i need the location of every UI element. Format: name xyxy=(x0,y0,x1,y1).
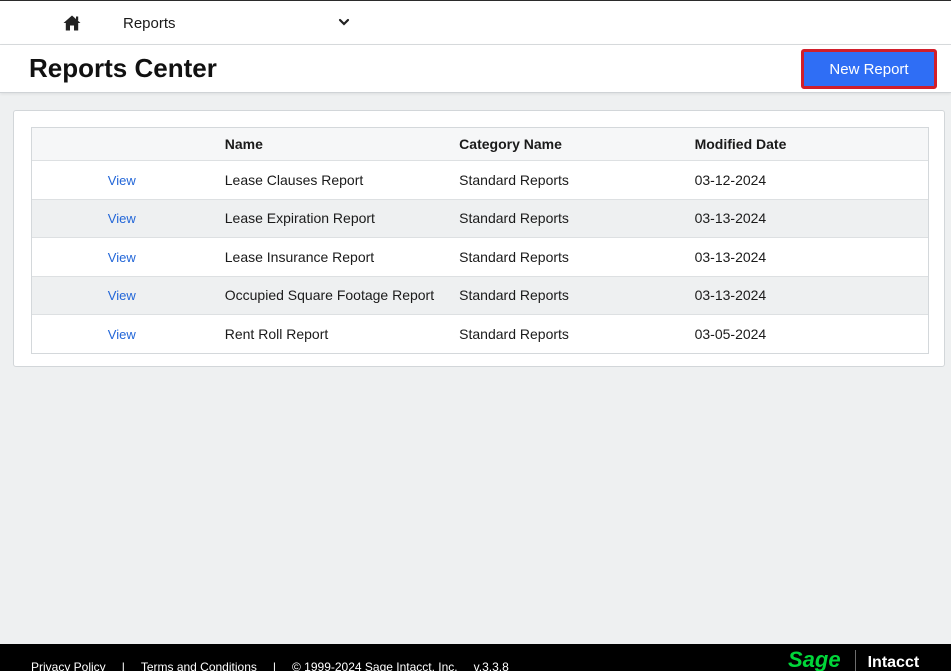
brand-divider xyxy=(854,650,856,671)
chevron-down-icon xyxy=(338,14,350,32)
view-link[interactable]: View xyxy=(108,288,136,303)
copyright-text: © 1999-2024 Sage Intacct, Inc. xyxy=(292,660,458,671)
report-category: Standard Reports xyxy=(459,210,569,227)
table-row: View Lease Expiration Report Standard Re… xyxy=(32,198,928,237)
footer: Privacy Policy | Terms and Conditions | … xyxy=(0,644,951,671)
page-title: Reports Center xyxy=(29,53,217,83)
view-link[interactable]: View xyxy=(108,250,136,265)
report-name: Lease Clauses Report xyxy=(224,171,364,188)
column-header-category[interactable]: Category Name xyxy=(459,136,694,152)
brand-sage: Sage xyxy=(788,647,841,671)
terms-link[interactable]: Terms and Conditions xyxy=(141,660,257,671)
home-icon[interactable] xyxy=(60,12,84,34)
report-modified-date: 03-12-2024 xyxy=(694,171,767,188)
page-header: Reports Center New Report xyxy=(0,45,951,93)
privacy-policy-link[interactable]: Privacy Policy xyxy=(31,660,106,671)
reports-panel: Name Category Name Modified Date View Le… xyxy=(13,110,945,367)
report-category: Standard Reports xyxy=(459,325,569,342)
table-row: View Lease Clauses Report Standard Repor… xyxy=(32,160,928,199)
table-row: View Rent Roll Report Standard Reports 0… xyxy=(32,314,928,353)
module-selector[interactable]: Reports xyxy=(118,9,354,37)
column-header-modified-date[interactable]: Modified Date xyxy=(695,136,928,152)
column-header-name[interactable]: Name xyxy=(224,136,459,152)
table-row: View Occupied Square Footage Report Stan… xyxy=(32,275,928,314)
footer-links: Privacy Policy | Terms and Conditions | … xyxy=(31,660,509,671)
report-name: Rent Roll Report xyxy=(224,325,329,342)
footer-separator: | xyxy=(121,660,125,671)
reports-table: Name Category Name Modified Date View Le… xyxy=(31,127,929,354)
module-selector-label: Reports xyxy=(123,14,176,32)
table-row: View Lease Insurance Report Standard Rep… xyxy=(32,237,928,276)
report-category: Standard Reports xyxy=(459,248,569,265)
sage-intacct-logo: Sage Intacct xyxy=(788,647,920,671)
report-name: Occupied Square Footage Report xyxy=(224,287,435,304)
view-link[interactable]: View xyxy=(108,211,136,226)
footer-separator: | xyxy=(272,660,276,671)
top-navigation-bar: Reports xyxy=(0,0,951,45)
report-modified-date: 03-13-2024 xyxy=(694,287,767,304)
report-modified-date: 03-05-2024 xyxy=(694,325,767,342)
version-text: v.3.3.8 xyxy=(473,660,509,671)
table-header-row: Name Category Name Modified Date xyxy=(32,128,928,160)
report-modified-date: 03-13-2024 xyxy=(694,248,767,265)
report-name: Lease Insurance Report xyxy=(224,248,375,265)
report-name: Lease Expiration Report xyxy=(224,210,375,227)
app-window: Reports Reports Center New Report Name C… xyxy=(0,0,951,671)
view-link[interactable]: View xyxy=(108,173,136,188)
report-modified-date: 03-13-2024 xyxy=(694,210,767,227)
report-category: Standard Reports xyxy=(459,287,569,304)
brand-intacct: Intacct xyxy=(867,654,920,671)
view-link[interactable]: View xyxy=(108,327,136,342)
report-category: Standard Reports xyxy=(459,171,569,188)
new-report-button[interactable]: New Report xyxy=(801,49,937,89)
